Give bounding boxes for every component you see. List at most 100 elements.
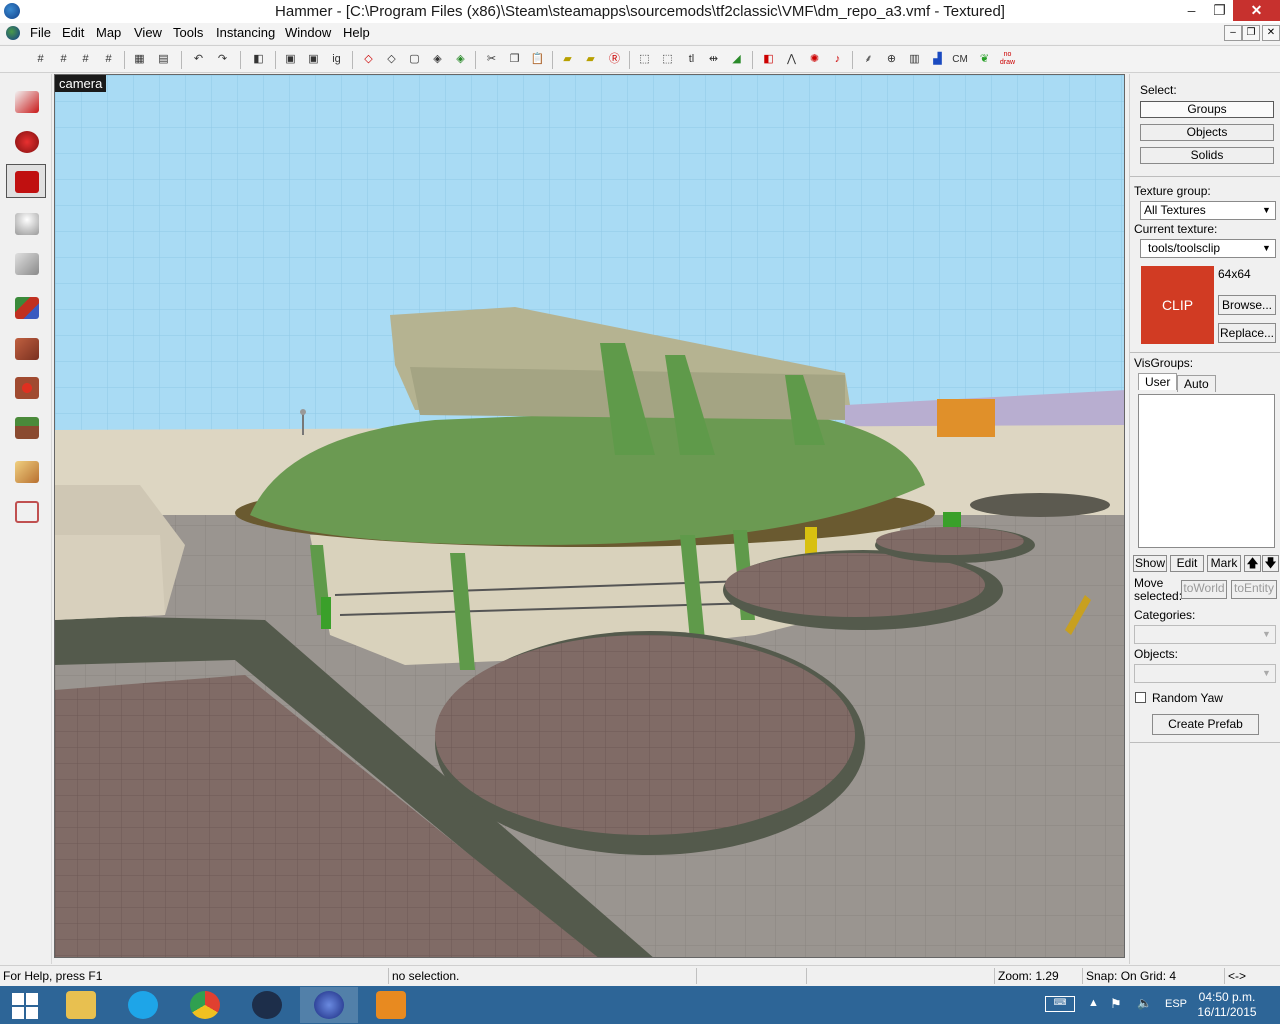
decal-tool-button[interactable] (6, 370, 46, 404)
tray-chevron-up-icon[interactable]: ▲ (1088, 997, 1099, 1009)
model-icon[interactable]: ⋀ (783, 51, 800, 68)
action-center-flag-icon[interactable]: ⚑ (1110, 996, 1122, 1012)
entity-tool-button[interactable] (6, 206, 46, 240)
ignore-groups-button[interactable]: ig (328, 51, 345, 68)
camera-viewport[interactable]: camera (54, 74, 1125, 958)
redo-icon[interactable]: ↷ (214, 51, 231, 68)
scale-lock-icon[interactable]: ⇹ (705, 51, 722, 68)
camera-mode-button[interactable]: CM (950, 51, 970, 68)
minimize-button[interactable]: – (1177, 0, 1206, 21)
taskbar-file-explorer[interactable] (52, 987, 110, 1023)
replace-button[interactable]: Replace... (1218, 323, 1276, 343)
move-down-icon[interactable]: 🡇 (1262, 555, 1279, 572)
clock-date[interactable]: 16/11/2015 (1196, 1005, 1258, 1019)
selection-handles-icon[interactable]: ⬚ (659, 51, 676, 68)
menu-tools[interactable]: Tools (173, 25, 203, 40)
clock-time[interactable]: 04:50 p.m. (1196, 990, 1258, 1004)
taskbar-skype[interactable] (114, 987, 172, 1023)
grid-smaller-icon[interactable]: # (55, 51, 72, 68)
nodraw-button[interactable]: no draw (998, 51, 1017, 68)
portal-icon[interactable]: ▟ (929, 51, 946, 68)
leaf-icon[interactable]: ❦ (976, 51, 993, 68)
carve-icon[interactable]: ◧ (250, 51, 267, 68)
select-groups-button[interactable]: Groups (1140, 101, 1274, 118)
toolsclip-highlight-icon[interactable]: ▰ (559, 51, 576, 68)
visgroup-mark-button[interactable]: Mark (1207, 555, 1241, 572)
group-icon[interactable]: ▦ (131, 51, 148, 68)
overlay-tool-button[interactable] (6, 410, 46, 444)
viewport-label[interactable]: camera (55, 75, 107, 92)
magnify-tool-button[interactable] (6, 124, 46, 158)
mdi-restore-button[interactable]: ❐ (1242, 25, 1260, 41)
sound-icon[interactable]: ♪ (829, 51, 846, 68)
radius-culling-icon[interactable]: Ⓡ (606, 51, 623, 68)
compile-icon[interactable]: ⊕ (883, 51, 900, 68)
texture-preview[interactable]: CLIP (1141, 266, 1214, 344)
to-entity-button[interactable]: toEntity (1231, 580, 1277, 599)
create-prefab-button[interactable]: Create Prefab (1152, 714, 1259, 735)
selection-box-icon[interactable]: ⬚ (636, 51, 653, 68)
menu-file[interactable]: File (30, 25, 51, 40)
taskbar-chrome[interactable] (176, 987, 234, 1023)
document-icon[interactable] (6, 26, 20, 40)
volume-icon[interactable]: 🔈 (1137, 996, 1152, 1010)
random-yaw-checkbox[interactable] (1135, 692, 1146, 703)
select-objects-button[interactable]: Objects (1140, 124, 1274, 141)
ungroup-icon[interactable]: ▤ (155, 51, 172, 68)
helpers-icon[interactable]: ▰ (582, 51, 599, 68)
current-texture-select[interactable]: tools/toolsclip ▼ (1140, 239, 1276, 258)
select-solids-button[interactable]: Solids (1140, 147, 1274, 164)
start-button[interactable] (12, 993, 38, 1019)
texture-application-tool-button[interactable] (6, 290, 46, 324)
texture-lock-button[interactable]: tl (683, 51, 700, 68)
menu-instancing[interactable]: Instancing (216, 25, 275, 40)
grid-toggle-icon[interactable]: # (32, 51, 49, 68)
menu-help[interactable]: Help (343, 25, 370, 40)
keyboard-icon[interactable]: ⌨ (1045, 996, 1075, 1012)
language-indicator[interactable]: ESP (1165, 998, 1187, 1010)
hide-selected-icon[interactable]: ▣ (282, 51, 299, 68)
textured-icon[interactable]: ◈ (452, 51, 469, 68)
flip-icon[interactable]: ◢ (728, 51, 745, 68)
vertex-icon[interactable]: ◇ (360, 51, 377, 68)
visgroup-edit-button[interactable]: Edit (1170, 555, 1204, 572)
wireframe-icon[interactable]: ◇ (383, 51, 400, 68)
mdi-minimize-button[interactable]: – (1224, 25, 1242, 41)
tab-auto[interactable]: Auto (1177, 375, 1216, 392)
menu-edit[interactable]: Edit (62, 25, 84, 40)
show-hidden-icon[interactable]: ▣ (305, 51, 322, 68)
tab-user[interactable]: User (1138, 373, 1178, 390)
clipping-tool-button[interactable] (6, 454, 46, 488)
camera-tool-button[interactable] (6, 164, 46, 198)
taskbar-hammer[interactable] (300, 987, 358, 1023)
light-icon[interactable]: ✺ (806, 51, 823, 68)
cordon-icon[interactable]: ⸙ (860, 51, 877, 68)
objects-select[interactable]: ▼ (1134, 664, 1276, 683)
selection-tool-button[interactable] (6, 84, 46, 118)
menu-map[interactable]: Map (96, 25, 121, 40)
close-button[interactable]: ✕ (1233, 0, 1280, 21)
mdi-close-button[interactable]: ✕ (1262, 25, 1280, 41)
visgroup-list[interactable] (1138, 394, 1275, 548)
menu-window[interactable]: Window (285, 25, 331, 40)
undo-icon[interactable]: ↶ (190, 51, 207, 68)
flat-shaded-icon[interactable]: ◈ (429, 51, 446, 68)
browse-button[interactable]: Browse... (1218, 295, 1276, 315)
taskbar-media-player[interactable] (362, 987, 420, 1023)
block-tool-button[interactable] (6, 246, 46, 280)
hidden-icon[interactable]: ▢ (406, 51, 423, 68)
visgroup-show-button[interactable]: Show (1133, 555, 1167, 572)
vertex-tool-button[interactable] (6, 494, 46, 528)
load-pointfile-icon[interactable]: ▥ (906, 51, 923, 68)
paste-icon[interactable]: 📋 (529, 51, 546, 68)
move-up-icon[interactable]: 🡅 (1244, 555, 1261, 572)
texture-group-select[interactable]: All Textures ▼ (1140, 201, 1276, 220)
categories-select[interactable]: ▼ (1134, 625, 1276, 644)
entity-report-icon[interactable]: ◧ (760, 51, 777, 68)
grid-dots-icon[interactable]: # (77, 51, 94, 68)
to-world-button[interactable]: toWorld (1181, 580, 1227, 599)
copy-icon[interactable]: ❐ (506, 51, 523, 68)
taskbar-steam[interactable] (238, 987, 296, 1023)
apply-current-texture-tool-button[interactable] (6, 331, 46, 365)
menu-view[interactable]: View (134, 25, 162, 40)
